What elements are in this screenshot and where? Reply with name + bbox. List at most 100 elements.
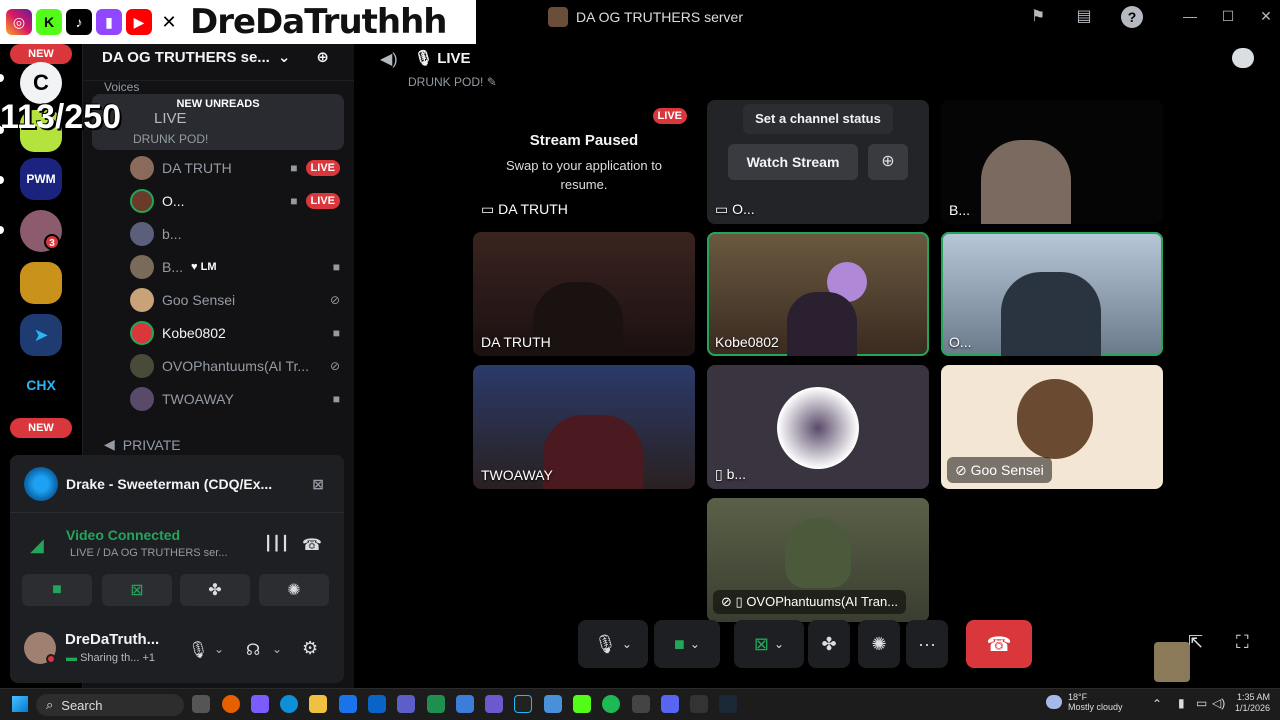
user-status: ▬ Sharing th... +1 xyxy=(66,652,155,664)
add-friend-icon[interactable]: ⊕ xyxy=(316,48,329,66)
fullscreen-icon[interactable]: ⛶ xyxy=(1236,632,1249,653)
tile-o-camera[interactable]: O... xyxy=(941,232,1163,356)
chevron-down-icon[interactable]: ⌄ xyxy=(272,642,282,656)
member-goo-sensei[interactable]: Goo Sensei ⊘ xyxy=(130,286,340,314)
windows-start-icon[interactable] xyxy=(12,696,28,712)
store-icon[interactable] xyxy=(339,695,357,713)
outlook-icon[interactable] xyxy=(368,695,386,713)
green-app-icon[interactable] xyxy=(427,695,445,713)
server-chx[interactable]: CHX xyxy=(20,364,62,406)
settings-gear-icon[interactable]: ⚙ xyxy=(302,638,318,659)
help-icon[interactable]: ? xyxy=(1121,6,1143,28)
disconnect-icon[interactable]: ☎ xyxy=(302,535,322,555)
avatar xyxy=(130,255,154,279)
tray-chevron-icon[interactable]: ⌃ xyxy=(1152,697,1162,711)
speaker-icon: ◀ xyxy=(104,436,115,452)
tile-kobe[interactable]: Kobe0802 xyxy=(707,232,929,356)
now-playing[interactable]: Drake - Sweeterman (CDQ/Ex... ⊠ xyxy=(24,467,324,501)
mic-icon[interactable]: 🎙 xyxy=(188,640,208,660)
app-icon[interactable] xyxy=(456,695,474,713)
chevron-down-icon[interactable]: ⌄ xyxy=(214,642,224,656)
new-pill-bottom[interactable]: NEW xyxy=(10,418,72,438)
username[interactable]: DreDaTruth... xyxy=(65,631,159,648)
voice-status[interactable]: Video Connected xyxy=(66,527,180,543)
member-kobe[interactable]: Kobe0802 ■ xyxy=(130,319,340,347)
member-twoaway[interactable]: TWOAWAY ■ xyxy=(130,385,340,413)
app-icon[interactable] xyxy=(690,695,708,713)
telegram-icon[interactable]: ➤ xyxy=(20,314,62,356)
server-header[interactable]: DA OG TRUTHERS se... ⌄ ⊕ xyxy=(102,48,329,67)
network-icon[interactable]: ▭ xyxy=(1196,696,1207,710)
camera-button[interactable]: ■ xyxy=(22,574,92,606)
copilot-icon[interactable] xyxy=(251,695,269,713)
edge-icon[interactable] xyxy=(280,695,298,713)
inbox-icon[interactable]: ▤ xyxy=(1073,6,1095,28)
member-ovo[interactable]: OVOPhantuums(AI Tr... ⊘ xyxy=(130,352,340,380)
private-category[interactable]: ◀ PRIVATE xyxy=(104,436,181,453)
soundboard-button[interactable]: ✺ xyxy=(259,574,329,606)
tray-app-icon[interactable]: ▮ xyxy=(1178,696,1185,710)
voice-channel-path[interactable]: LIVE / DA OG TRUTHERS ser... xyxy=(70,547,228,559)
member-b-upper[interactable]: B... ♥ LM ■ xyxy=(130,253,340,281)
app-icon[interactable] xyxy=(514,695,532,713)
member-b-lower[interactable]: b... xyxy=(130,220,340,248)
end-call-button[interactable]: ☎ xyxy=(966,620,1032,668)
activities-button[interactable]: ✤ xyxy=(180,574,250,606)
soundboard-icon[interactable]: ✺ xyxy=(858,620,900,668)
voices-category[interactable]: Voices xyxy=(104,80,139,94)
tile-b-camera[interactable]: B... xyxy=(941,100,1163,224)
server-pwm[interactable]: PWM xyxy=(20,158,62,200)
screenshare-button[interactable]: ⊠ xyxy=(102,574,172,606)
flag-icon[interactable]: ⚑ xyxy=(1027,6,1049,28)
add-stream-icon[interactable]: ⊕ xyxy=(868,144,908,180)
discord-icon[interactable] xyxy=(661,695,679,713)
weather-widget[interactable]: 18°F Mostly cloudy xyxy=(1046,692,1123,712)
maximize-icon[interactable]: ☐ xyxy=(1218,8,1238,26)
stage-topic[interactable]: DRUNK POD! ✎ xyxy=(408,75,497,89)
tile-goo-sensei[interactable]: ⊘ Goo Sensei xyxy=(941,365,1163,489)
activities-icon[interactable]: ✤ xyxy=(808,620,850,668)
chat-icon[interactable] xyxy=(1232,48,1254,68)
clock-time: 1:35 AM xyxy=(1236,692,1270,702)
mic-toggle-button[interactable]: 🎙 ⌄ xyxy=(578,620,648,668)
close-activity-icon[interactable]: ⊠ xyxy=(312,476,324,493)
more-options-icon[interactable]: ··· xyxy=(906,620,948,668)
system-clock[interactable]: 1:35 AM 1/1/2026 xyxy=(1222,692,1270,714)
task-view-icon[interactable] xyxy=(192,695,210,713)
tile-ovo[interactable]: ⊘ ▯ OVOPhantuums(AI Tran... xyxy=(707,498,929,622)
steam-icon[interactable] xyxy=(719,695,737,713)
overlay-handle: DreDaTruthhh xyxy=(190,2,448,42)
x-icon: ✕ xyxy=(156,9,182,35)
avatar xyxy=(130,156,154,180)
member-da-truth[interactable]: DA TRUTH ■ LIVE xyxy=(130,154,340,182)
mic-icon: 🎙 xyxy=(594,633,617,654)
server-crown[interactable] xyxy=(20,262,62,304)
spotify-icon[interactable] xyxy=(602,695,620,713)
app-icon[interactable] xyxy=(485,695,503,713)
taskbar-search[interactable]: ⌕ Search xyxy=(36,694,184,716)
deafened-icon: ⊘ xyxy=(329,293,340,307)
obs-icon[interactable] xyxy=(632,695,650,713)
minimize-icon[interactable]: — xyxy=(1180,8,1200,26)
new-pill-top[interactable]: NEW xyxy=(10,44,72,64)
tile-b-small[interactable]: ▯ b... xyxy=(707,365,929,489)
noise-suppression-icon[interactable]: ┃┃┃ xyxy=(264,535,289,552)
headphones-icon[interactable]: ☊ xyxy=(246,640,260,660)
kick-app-icon[interactable] xyxy=(573,695,591,713)
tile-da-truth[interactable]: DA TRUTH xyxy=(473,232,695,356)
watch-stream-button[interactable]: Watch Stream xyxy=(728,144,858,180)
member-o[interactable]: O... ■ LIVE xyxy=(130,187,340,215)
screenshare-toggle-button[interactable]: ⊠ ⌄ xyxy=(734,620,804,668)
video-icon: ■ xyxy=(332,392,340,406)
camera-toggle-button[interactable]: ■ ⌄ xyxy=(654,620,720,668)
clock-date: 1/1/2026 xyxy=(1234,703,1270,713)
tile-twoaway[interactable]: TWOAWAY xyxy=(473,365,695,489)
firefox-icon[interactable] xyxy=(222,695,240,713)
popout-icon[interactable]: ⇱ xyxy=(1188,632,1203,653)
photos-icon[interactable] xyxy=(544,695,562,713)
voice-channel-live[interactable]: LIVE xyxy=(154,110,187,127)
file-explorer-icon[interactable] xyxy=(309,695,327,713)
close-icon[interactable]: ✕ xyxy=(1256,8,1276,26)
teams-icon[interactable] xyxy=(397,695,415,713)
tile-stream-paused[interactable]: LIVE Stream Paused Swap to your applicat… xyxy=(473,100,695,224)
